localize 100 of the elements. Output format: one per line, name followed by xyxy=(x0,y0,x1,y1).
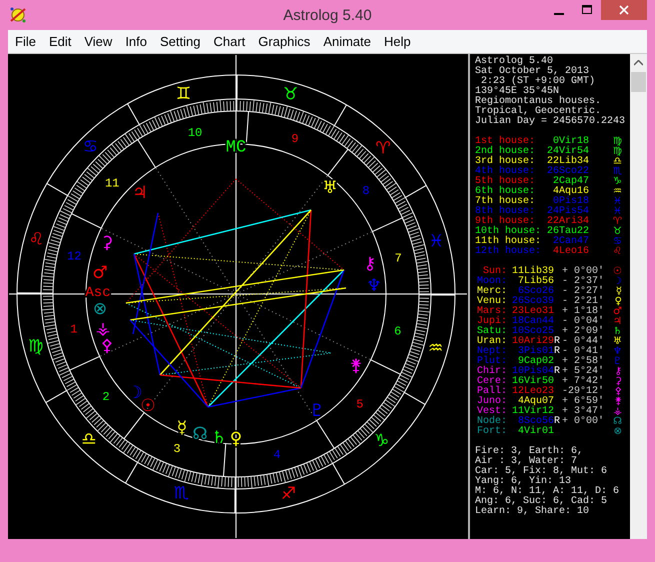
planet-latitude: - 0°41′ xyxy=(562,347,604,357)
planet-glyph: ⚶ xyxy=(96,319,110,339)
sign-glyph: ♑ xyxy=(613,177,622,187)
house-label: 8th house: xyxy=(475,207,536,217)
sign-glyph: ♈ xyxy=(613,217,622,227)
house-number: 10 xyxy=(188,126,202,140)
planet-glyph: ♃ xyxy=(613,317,622,327)
menu-item[interactable]: Info xyxy=(118,32,153,52)
sign-glyph: ♌ xyxy=(613,247,622,257)
menu-item[interactable]: View xyxy=(77,32,118,52)
house-position: 0Pis18 xyxy=(552,197,589,207)
planet-glyph: ⚴ xyxy=(614,387,622,397)
planet-position: 23Leo31 xyxy=(512,307,554,317)
menu-item[interactable]: Help xyxy=(377,32,417,52)
planet-latitude: - 0°44′ xyxy=(562,337,604,347)
sign-glyph: ♋ xyxy=(613,237,622,247)
planet-glyph: ♆ xyxy=(613,347,622,357)
planet-latitude: + 6°59′ xyxy=(562,397,604,407)
house-number: 6 xyxy=(394,324,402,338)
planet-latitude: + 0°00′ xyxy=(562,417,604,427)
planet-glyph: ♂ xyxy=(613,307,622,317)
planet-latitude: - 2°21′ xyxy=(562,297,604,307)
planet-position: 6Sco26 xyxy=(518,287,554,297)
zodiac-sign-glyph: ♊ xyxy=(176,84,192,104)
planet-glyph: ☽ xyxy=(613,277,622,287)
planet-name: Uran: xyxy=(476,337,507,347)
planet-glyph: ♇ xyxy=(613,357,622,367)
close-button[interactable] xyxy=(601,0,647,20)
house-position: 2Can47 xyxy=(552,237,589,247)
planet-name: Chir: xyxy=(476,367,507,377)
planet-name: Pall: xyxy=(476,387,507,397)
scrollbar[interactable] xyxy=(630,54,647,539)
zodiac-sign-glyph: ♉ xyxy=(283,84,298,104)
sign-glyph: ♉ xyxy=(613,227,622,237)
retrograde-mark: R xyxy=(554,347,560,357)
house-label: 10th house: xyxy=(475,227,542,237)
stats-line: Ang: 6, Suc: 6, Cad: 5 xyxy=(475,497,608,507)
sign-glyph: ♏ xyxy=(613,167,622,177)
planet-glyph: ⊗ xyxy=(92,299,108,319)
planet-latitude: - 2°27′ xyxy=(562,287,604,297)
menu-item[interactable]: Animate xyxy=(316,32,378,52)
planet-glyph: ♂ xyxy=(92,263,108,283)
house-position: 22Ari34 xyxy=(546,217,589,227)
house-number: 3 xyxy=(173,442,181,456)
planet-position: 3Pis01 xyxy=(518,347,554,357)
scroll-up-icon[interactable] xyxy=(634,60,643,66)
planet-name: Mars: xyxy=(476,307,507,317)
house-position: 26Tau22 xyxy=(546,227,589,237)
planet-name: Satu: xyxy=(476,327,507,337)
planet-glyph: ⚴ xyxy=(100,336,114,356)
menu-item[interactable]: Edit xyxy=(42,32,78,52)
planet-name: Venu: xyxy=(476,297,507,307)
planet-name: Cere: xyxy=(476,377,507,387)
planet-name: Plut: xyxy=(476,357,507,367)
planet-glyph: ⚶ xyxy=(614,407,622,417)
house-label: 12th house: xyxy=(475,247,542,257)
house-label: 6th house: xyxy=(475,187,536,197)
info-line: Julian Day = 2456570.2243 xyxy=(475,117,626,127)
planet-name: Fort: xyxy=(476,427,507,437)
planet-position: 10Sco25 xyxy=(512,327,554,337)
planet-glyph: ⚵ xyxy=(350,356,362,376)
menu-item[interactable]: Graphics xyxy=(251,32,316,52)
house-label: 1st house: xyxy=(475,137,536,147)
planet-name: Nept: xyxy=(476,347,507,357)
planet-position: 10Pis04 xyxy=(512,367,554,377)
house-label: 9th house: xyxy=(475,217,536,227)
planet-glyph: ♅ xyxy=(613,337,622,347)
house-position: 24Pis54 xyxy=(546,207,589,217)
planet-position: 4Vir01 xyxy=(518,427,554,437)
planet-glyph: ♆ xyxy=(366,276,382,296)
house-position: 0Vir18 xyxy=(552,137,589,147)
planet-latitude: + 5°24′ xyxy=(562,367,604,377)
zodiac-sign-glyph: ♍ xyxy=(28,336,44,357)
planet-position: 4Aqu07 xyxy=(518,397,554,407)
menu-item[interactable]: File xyxy=(8,32,42,52)
planet-latitude: + 2°58′ xyxy=(562,357,604,367)
planet-glyph: ♅ xyxy=(322,178,338,198)
house-label: 4th house: xyxy=(475,167,536,177)
house-label: 5th house: xyxy=(475,177,536,187)
planet-position: 10Ari29 xyxy=(512,337,554,347)
house-label: 7th house: xyxy=(475,197,536,207)
info-line: Regiomontanus houses. xyxy=(475,97,602,107)
scroll-thumb[interactable] xyxy=(631,72,646,92)
planet-name: Vest: xyxy=(476,407,507,417)
sign-glyph: ♍ xyxy=(613,137,622,147)
planet-position: 16Vir50 xyxy=(512,377,554,387)
planet-latitude: -29°12′ xyxy=(562,387,604,397)
planet-glyph: ☿ xyxy=(616,287,622,297)
info-line: 139°45E 35°45N xyxy=(475,87,560,97)
house-label: 2nd house: xyxy=(475,147,536,157)
house-number: 9 xyxy=(291,132,299,146)
window-title: Astrolog 5.40 xyxy=(283,7,372,24)
menu-item[interactable]: Setting xyxy=(153,32,206,52)
stats-line: Fire: 3, Earth: 6, xyxy=(475,447,584,457)
house-number: 11 xyxy=(105,176,120,190)
minimize-icon xyxy=(554,13,564,15)
house-position: 2Cap47 xyxy=(552,177,589,187)
menu-item[interactable]: Chart xyxy=(206,32,252,52)
planet-latitude: + 7°42′ xyxy=(562,377,604,387)
planet-latitude: + 3°47′ xyxy=(562,407,604,417)
